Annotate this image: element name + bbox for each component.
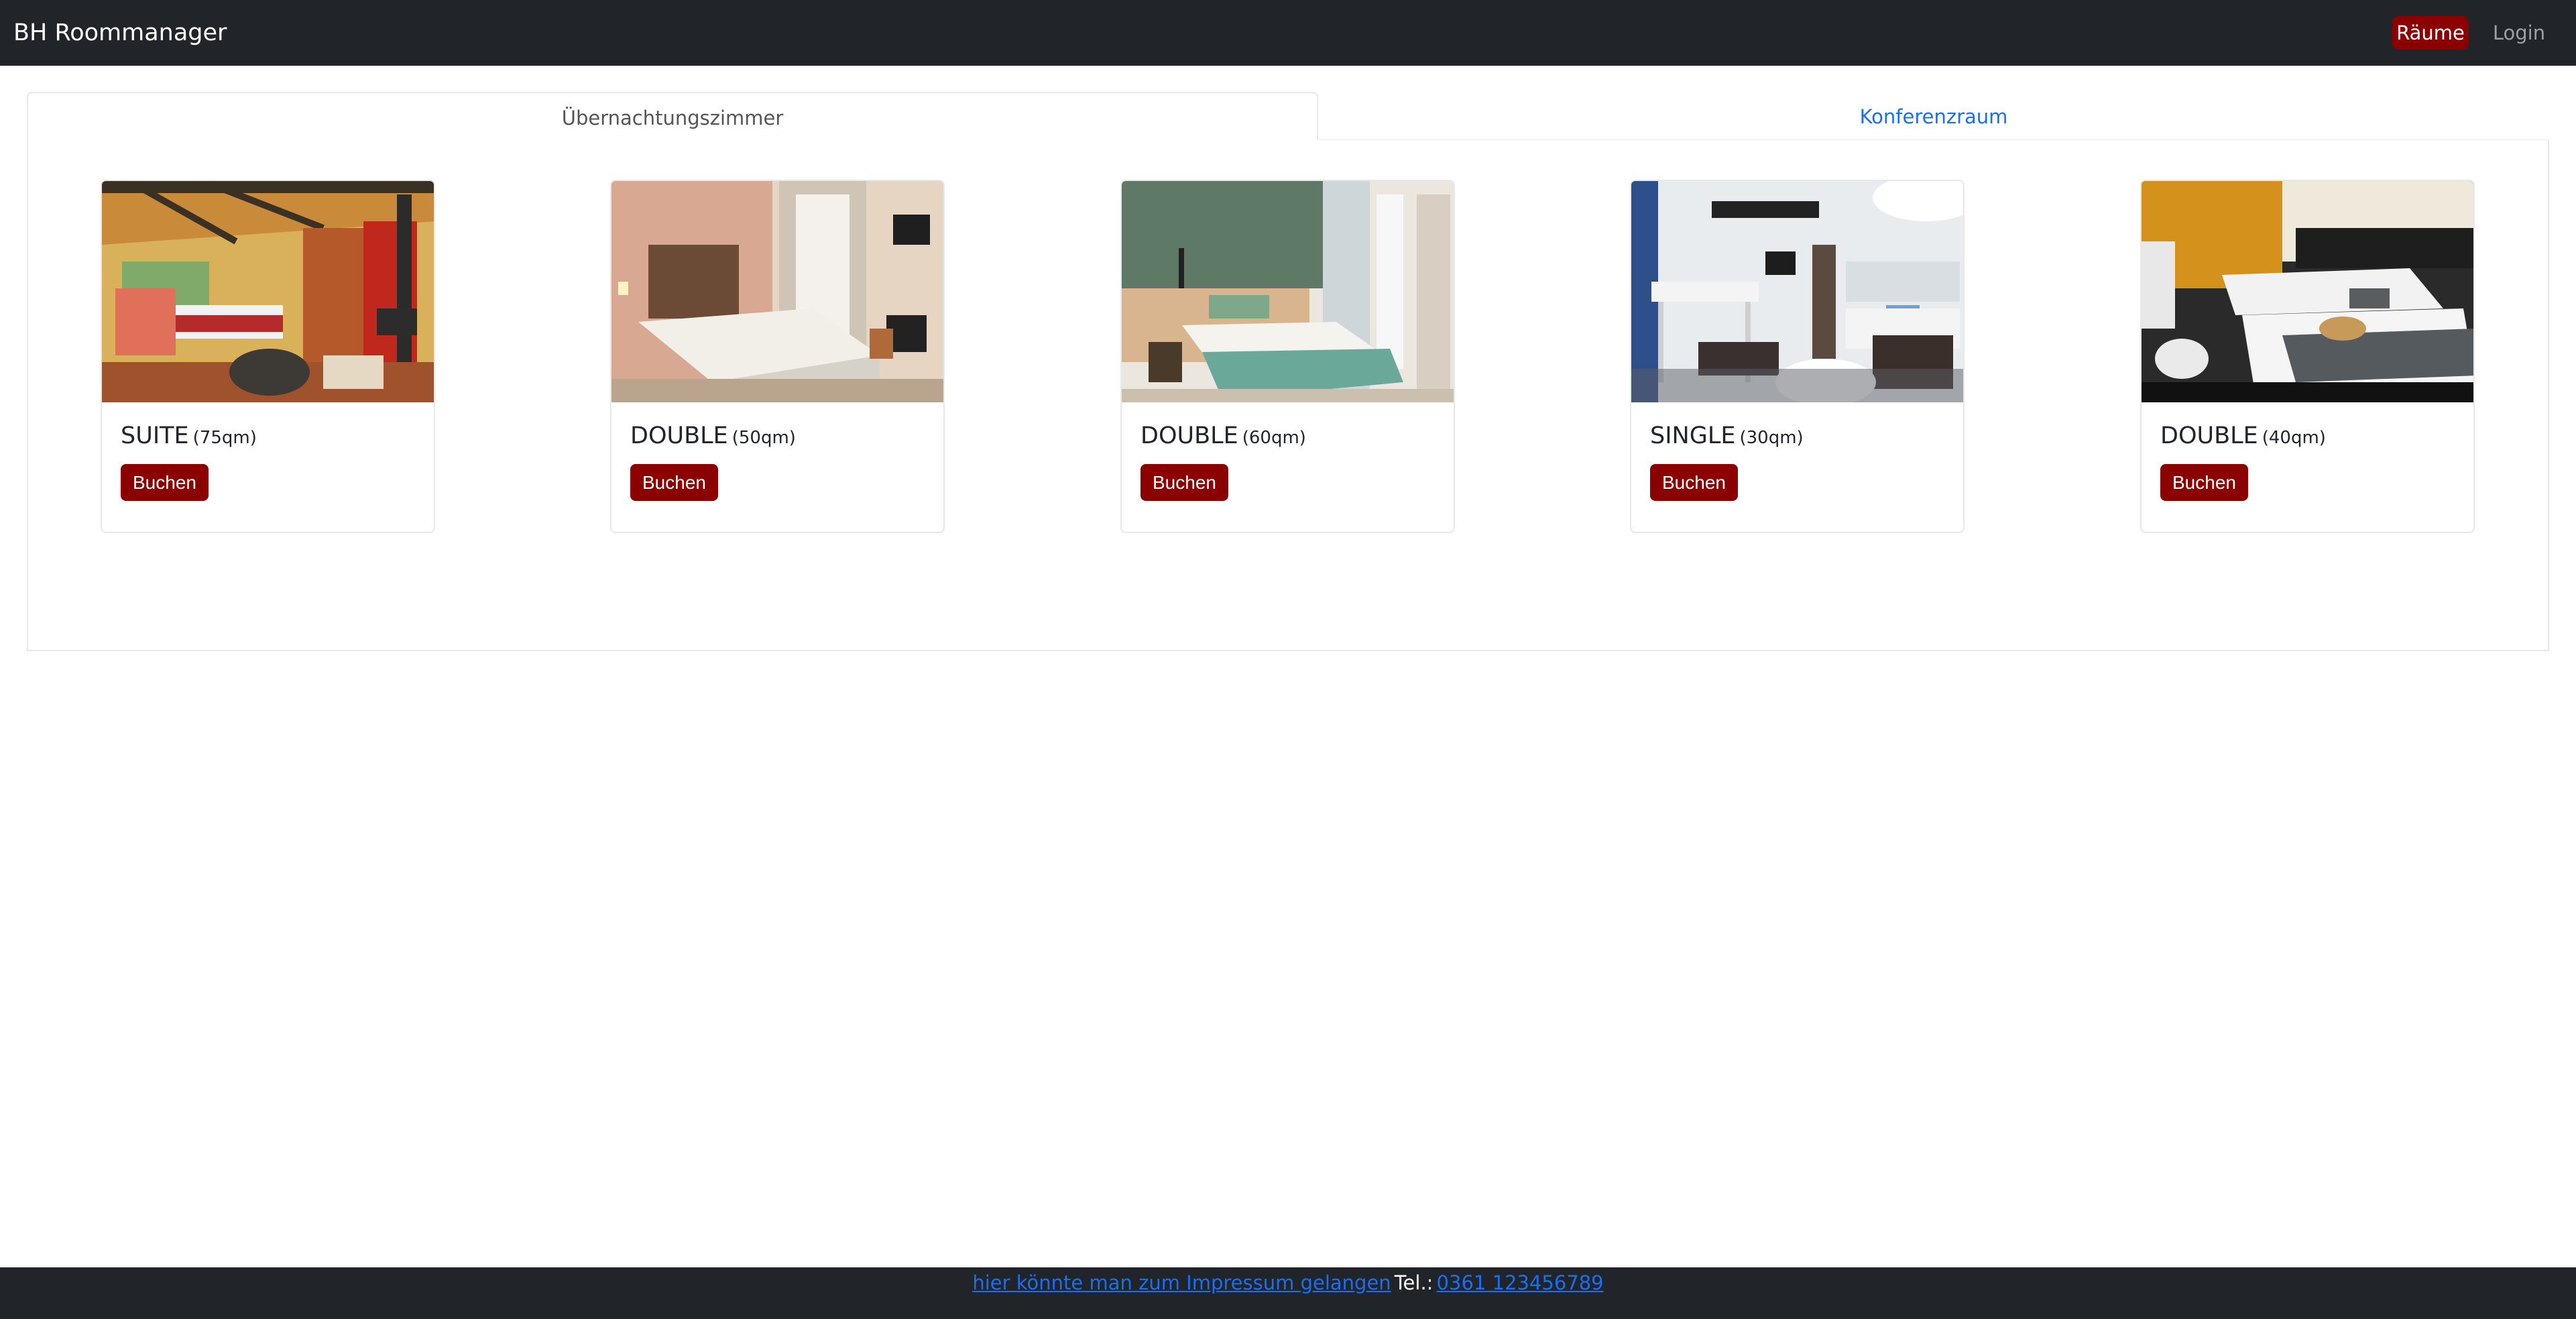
room-type: SUITE bbox=[121, 422, 189, 449]
room-type: DOUBLE bbox=[2160, 422, 2258, 449]
room-type: DOUBLE bbox=[1140, 422, 1238, 449]
room-title: DOUBLE (60qm) bbox=[1140, 422, 1306, 449]
book-button[interactable]: Buchen bbox=[1140, 464, 1228, 501]
room-title: SINGLE (30qm) bbox=[1650, 422, 1804, 449]
impressum-link[interactable]: hier könnte man zum Impressum gelangen bbox=[972, 1271, 1391, 1294]
room-card-single: SINGLE (30qm) Buchen bbox=[1630, 180, 1965, 533]
room-card-double-60: DOUBLE (60qm) Buchen bbox=[1120, 180, 1455, 533]
room-title: SUITE (75qm) bbox=[121, 422, 257, 449]
navbar: BH Roommanager Räume Login bbox=[0, 0, 2576, 66]
room-image bbox=[102, 181, 434, 402]
room-card-suite: SUITE (75qm) Buchen bbox=[101, 180, 435, 533]
room-size: (50qm) bbox=[731, 428, 796, 448]
room-title: DOUBLE (40qm) bbox=[2160, 422, 2326, 449]
brand-title[interactable]: BH Roommanager bbox=[13, 0, 227, 66]
tab-bar: Übernachtungszimmer Konferenzraum bbox=[27, 92, 2549, 141]
room-size: (40qm) bbox=[2262, 428, 2326, 448]
room-image bbox=[1631, 181, 1963, 402]
tab-konferenzraum[interactable]: Konferenzraum bbox=[1318, 92, 2549, 141]
room-image bbox=[1122, 181, 1454, 402]
room-size: (60qm) bbox=[1242, 428, 1306, 448]
tab-uebernachtungszimmer[interactable]: Übernachtungszimmer bbox=[27, 92, 1318, 141]
tel-label: Tel.: bbox=[1394, 1271, 1433, 1294]
book-button[interactable]: Buchen bbox=[121, 464, 209, 501]
room-type: SINGLE bbox=[1650, 422, 1736, 449]
nav-login-link[interactable]: Login bbox=[2482, 16, 2556, 50]
room-card-double-50: DOUBLE (50qm) Buchen bbox=[610, 180, 945, 533]
tel-link[interactable]: 0361 123456789 bbox=[1437, 1271, 1604, 1294]
book-button[interactable]: Buchen bbox=[2160, 464, 2248, 501]
footer: hier könnte man zum Impressum gelangen T… bbox=[0, 1267, 2576, 1319]
room-type: DOUBLE bbox=[630, 422, 728, 449]
room-size: (75qm) bbox=[192, 428, 257, 448]
room-card-double-40: DOUBLE (40qm) Buchen bbox=[2140, 180, 2475, 533]
room-title: DOUBLE (50qm) bbox=[630, 422, 796, 449]
book-button[interactable]: Buchen bbox=[1650, 464, 1738, 501]
room-size: (30qm) bbox=[1739, 428, 1804, 448]
room-image bbox=[2142, 181, 2473, 402]
book-button[interactable]: Buchen bbox=[630, 464, 718, 501]
room-image bbox=[611, 181, 943, 402]
nav-raeume-button[interactable]: Räume bbox=[2392, 16, 2469, 50]
